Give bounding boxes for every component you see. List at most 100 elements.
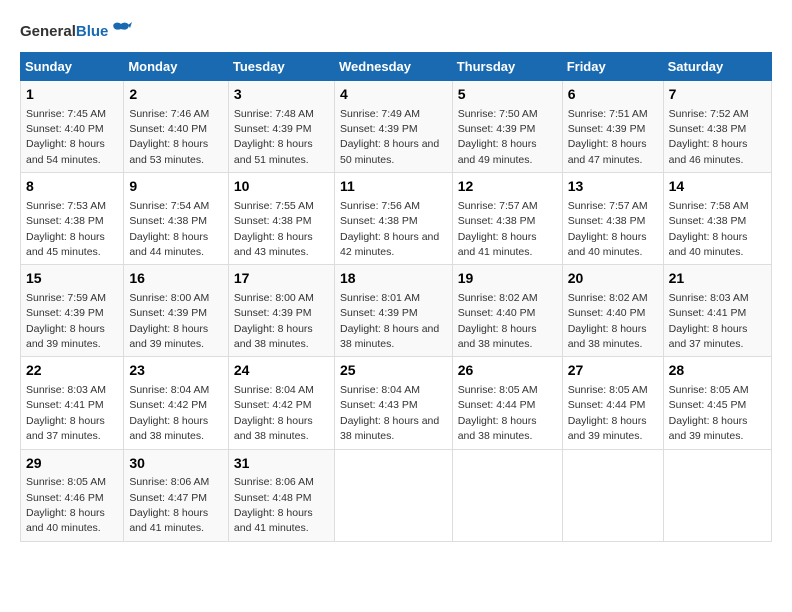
day-cell: 16 Sunrise: 8:00 AMSunset: 4:39 PMDaylig…	[124, 265, 229, 357]
day-info: Sunrise: 7:48 AMSunset: 4:39 PMDaylight:…	[234, 108, 314, 166]
day-number: 31	[234, 454, 329, 474]
day-info: Sunrise: 7:59 AMSunset: 4:39 PMDaylight:…	[26, 292, 106, 350]
day-cell	[452, 449, 562, 541]
day-cell: 12 Sunrise: 7:57 AMSunset: 4:38 PMDaylig…	[452, 173, 562, 265]
day-info: Sunrise: 8:06 AMSunset: 4:47 PMDaylight:…	[129, 476, 209, 534]
day-number: 14	[669, 177, 766, 197]
day-cell: 29 Sunrise: 8:05 AMSunset: 4:46 PMDaylig…	[21, 449, 124, 541]
day-number: 20	[568, 269, 658, 289]
header-day-thursday: Thursday	[452, 53, 562, 81]
day-number: 10	[234, 177, 329, 197]
day-info: Sunrise: 8:02 AMSunset: 4:40 PMDaylight:…	[458, 292, 538, 350]
day-info: Sunrise: 8:06 AMSunset: 4:48 PMDaylight:…	[234, 476, 314, 534]
day-cell: 4 Sunrise: 7:49 AMSunset: 4:39 PMDayligh…	[334, 81, 452, 173]
day-number: 1	[26, 85, 118, 105]
day-cell: 6 Sunrise: 7:51 AMSunset: 4:39 PMDayligh…	[562, 81, 663, 173]
day-number: 28	[669, 361, 766, 381]
day-info: Sunrise: 8:02 AMSunset: 4:40 PMDaylight:…	[568, 292, 648, 350]
day-info: Sunrise: 7:50 AMSunset: 4:39 PMDaylight:…	[458, 108, 538, 166]
day-number: 19	[458, 269, 557, 289]
day-number: 8	[26, 177, 118, 197]
day-cell: 1 Sunrise: 7:45 AMSunset: 4:40 PMDayligh…	[21, 81, 124, 173]
day-info: Sunrise: 7:52 AMSunset: 4:38 PMDaylight:…	[669, 108, 749, 166]
day-cell	[334, 449, 452, 541]
day-number: 29	[26, 454, 118, 474]
day-number: 5	[458, 85, 557, 105]
day-info: Sunrise: 7:49 AMSunset: 4:39 PMDaylight:…	[340, 108, 439, 166]
day-cell: 5 Sunrise: 7:50 AMSunset: 4:39 PMDayligh…	[452, 81, 562, 173]
week-row-3: 15 Sunrise: 7:59 AMSunset: 4:39 PMDaylig…	[21, 265, 772, 357]
header-day-friday: Friday	[562, 53, 663, 81]
day-cell	[562, 449, 663, 541]
header-day-sunday: Sunday	[21, 53, 124, 81]
day-info: Sunrise: 8:05 AMSunset: 4:44 PMDaylight:…	[568, 384, 648, 442]
logo: GeneralBlue	[20, 20, 132, 42]
header-day-monday: Monday	[124, 53, 229, 81]
day-number: 30	[129, 454, 223, 474]
header-day-saturday: Saturday	[663, 53, 771, 81]
day-cell: 15 Sunrise: 7:59 AMSunset: 4:39 PMDaylig…	[21, 265, 124, 357]
day-cell	[663, 449, 771, 541]
day-cell: 9 Sunrise: 7:54 AMSunset: 4:38 PMDayligh…	[124, 173, 229, 265]
day-cell: 24 Sunrise: 8:04 AMSunset: 4:42 PMDaylig…	[228, 357, 334, 449]
day-cell: 20 Sunrise: 8:02 AMSunset: 4:40 PMDaylig…	[562, 265, 663, 357]
day-number: 17	[234, 269, 329, 289]
day-number: 11	[340, 177, 447, 197]
day-info: Sunrise: 7:53 AMSunset: 4:38 PMDaylight:…	[26, 200, 106, 258]
day-number: 6	[568, 85, 658, 105]
day-info: Sunrise: 7:45 AMSunset: 4:40 PMDaylight:…	[26, 108, 106, 166]
day-info: Sunrise: 7:57 AMSunset: 4:38 PMDaylight:…	[568, 200, 648, 258]
day-cell: 13 Sunrise: 7:57 AMSunset: 4:38 PMDaylig…	[562, 173, 663, 265]
day-cell: 3 Sunrise: 7:48 AMSunset: 4:39 PMDayligh…	[228, 81, 334, 173]
day-info: Sunrise: 8:03 AMSunset: 4:41 PMDaylight:…	[26, 384, 106, 442]
day-cell: 10 Sunrise: 7:55 AMSunset: 4:38 PMDaylig…	[228, 173, 334, 265]
calendar-table: SundayMondayTuesdayWednesdayThursdayFrid…	[20, 52, 772, 542]
day-info: Sunrise: 7:58 AMSunset: 4:38 PMDaylight:…	[669, 200, 749, 258]
day-info: Sunrise: 8:03 AMSunset: 4:41 PMDaylight:…	[669, 292, 749, 350]
header-day-wednesday: Wednesday	[334, 53, 452, 81]
day-number: 27	[568, 361, 658, 381]
day-cell: 30 Sunrise: 8:06 AMSunset: 4:47 PMDaylig…	[124, 449, 229, 541]
day-info: Sunrise: 8:05 AMSunset: 4:44 PMDaylight:…	[458, 384, 538, 442]
day-cell: 8 Sunrise: 7:53 AMSunset: 4:38 PMDayligh…	[21, 173, 124, 265]
day-cell: 11 Sunrise: 7:56 AMSunset: 4:38 PMDaylig…	[334, 173, 452, 265]
day-number: 13	[568, 177, 658, 197]
day-number: 21	[669, 269, 766, 289]
day-number: 9	[129, 177, 223, 197]
day-info: Sunrise: 8:04 AMSunset: 4:43 PMDaylight:…	[340, 384, 439, 442]
day-info: Sunrise: 7:55 AMSunset: 4:38 PMDaylight:…	[234, 200, 314, 258]
day-number: 15	[26, 269, 118, 289]
day-number: 26	[458, 361, 557, 381]
day-info: Sunrise: 8:05 AMSunset: 4:45 PMDaylight:…	[669, 384, 749, 442]
week-row-4: 22 Sunrise: 8:03 AMSunset: 4:41 PMDaylig…	[21, 357, 772, 449]
day-info: Sunrise: 7:57 AMSunset: 4:38 PMDaylight:…	[458, 200, 538, 258]
logo-bird-icon	[110, 20, 132, 42]
day-cell: 26 Sunrise: 8:05 AMSunset: 4:44 PMDaylig…	[452, 357, 562, 449]
day-cell: 27 Sunrise: 8:05 AMSunset: 4:44 PMDaylig…	[562, 357, 663, 449]
day-number: 25	[340, 361, 447, 381]
week-row-5: 29 Sunrise: 8:05 AMSunset: 4:46 PMDaylig…	[21, 449, 772, 541]
day-number: 2	[129, 85, 223, 105]
day-number: 12	[458, 177, 557, 197]
day-info: Sunrise: 7:56 AMSunset: 4:38 PMDaylight:…	[340, 200, 439, 258]
day-number: 4	[340, 85, 447, 105]
header-row: SundayMondayTuesdayWednesdayThursdayFrid…	[21, 53, 772, 81]
day-info: Sunrise: 8:05 AMSunset: 4:46 PMDaylight:…	[26, 476, 106, 534]
day-cell: 18 Sunrise: 8:01 AMSunset: 4:39 PMDaylig…	[334, 265, 452, 357]
week-row-2: 8 Sunrise: 7:53 AMSunset: 4:38 PMDayligh…	[21, 173, 772, 265]
day-cell: 25 Sunrise: 8:04 AMSunset: 4:43 PMDaylig…	[334, 357, 452, 449]
day-cell: 7 Sunrise: 7:52 AMSunset: 4:38 PMDayligh…	[663, 81, 771, 173]
week-row-1: 1 Sunrise: 7:45 AMSunset: 4:40 PMDayligh…	[21, 81, 772, 173]
day-cell: 17 Sunrise: 8:00 AMSunset: 4:39 PMDaylig…	[228, 265, 334, 357]
day-cell: 19 Sunrise: 8:02 AMSunset: 4:40 PMDaylig…	[452, 265, 562, 357]
day-number: 7	[669, 85, 766, 105]
logo-text: GeneralBlue	[20, 24, 108, 39]
day-cell: 28 Sunrise: 8:05 AMSunset: 4:45 PMDaylig…	[663, 357, 771, 449]
day-info: Sunrise: 7:51 AMSunset: 4:39 PMDaylight:…	[568, 108, 648, 166]
day-info: Sunrise: 8:04 AMSunset: 4:42 PMDaylight:…	[129, 384, 209, 442]
day-number: 16	[129, 269, 223, 289]
day-cell: 22 Sunrise: 8:03 AMSunset: 4:41 PMDaylig…	[21, 357, 124, 449]
day-info: Sunrise: 7:54 AMSunset: 4:38 PMDaylight:…	[129, 200, 209, 258]
day-info: Sunrise: 7:46 AMSunset: 4:40 PMDaylight:…	[129, 108, 209, 166]
day-cell: 23 Sunrise: 8:04 AMSunset: 4:42 PMDaylig…	[124, 357, 229, 449]
